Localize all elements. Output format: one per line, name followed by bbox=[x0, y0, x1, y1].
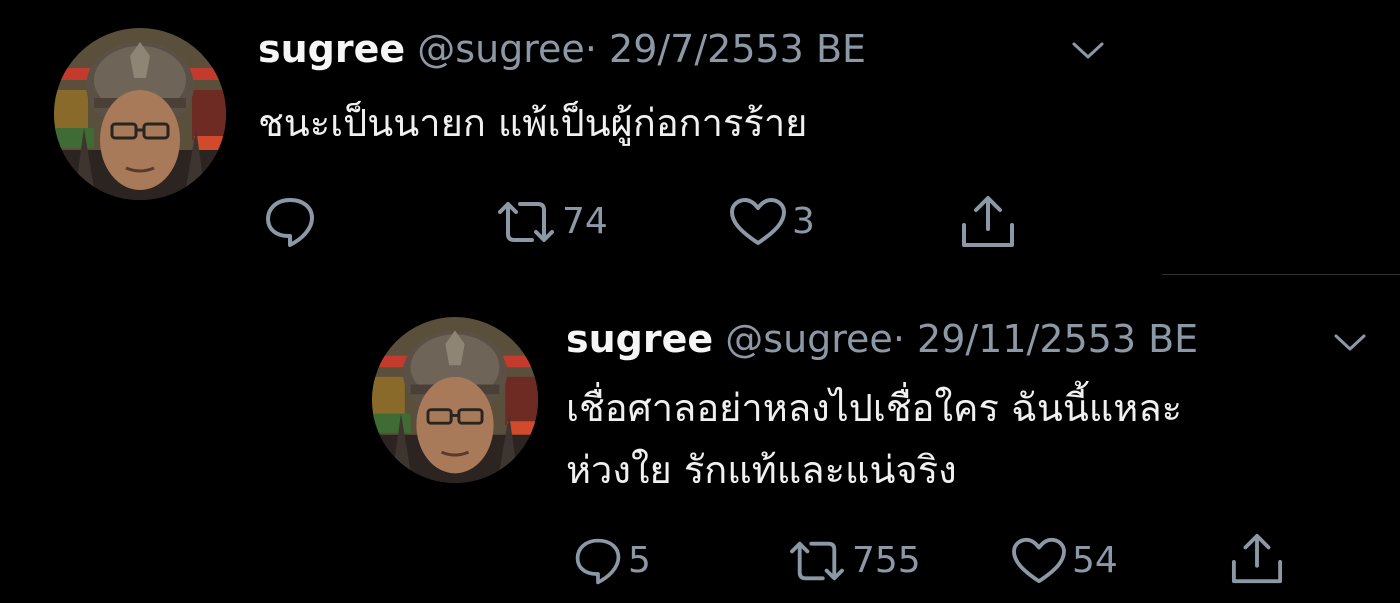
handle[interactable]: @sugree bbox=[417, 27, 585, 71]
share-button[interactable] bbox=[1228, 533, 1286, 585]
retweet-button[interactable]: 74 bbox=[494, 196, 608, 248]
retweet-icon bbox=[494, 196, 558, 248]
heart-icon bbox=[1010, 536, 1068, 586]
tweet-2[interactable]: sugree @sugree· 29/11/2553 BE เชื่อศาลอย… bbox=[0, 275, 1400, 603]
share-icon bbox=[1228, 533, 1286, 585]
tweet-text: เชื่อศาลอย่าหลงไปเชื่อใคร ฉันนี้แหละ ห่ว… bbox=[566, 377, 1182, 501]
reply-count: 5 bbox=[628, 540, 651, 581]
reply-icon bbox=[572, 536, 624, 586]
handle[interactable]: @sugree bbox=[725, 317, 893, 361]
separator: · bbox=[584, 27, 597, 71]
tweet-text-line: ชนะเป็นนายก แพ้เป็นผู้ก่อการร้าย bbox=[258, 101, 808, 145]
tweet-header: sugree @sugree· 29/11/2553 BE bbox=[566, 316, 1198, 362]
timestamp[interactable]: 29/7/2553 BE bbox=[609, 27, 866, 71]
heart-icon bbox=[728, 196, 788, 248]
reply-button[interactable]: 5 bbox=[572, 535, 651, 587]
retweet-count: 74 bbox=[562, 201, 608, 242]
like-button[interactable]: 54 bbox=[1010, 535, 1118, 587]
like-count: 54 bbox=[1072, 540, 1118, 581]
retweet-button[interactable]: 755 bbox=[786, 535, 921, 587]
reply-icon bbox=[262, 196, 318, 248]
chevron-down-icon[interactable] bbox=[1070, 38, 1106, 62]
tweet-text-line: เชื่อศาลอย่าหลงไปเชื่อใคร ฉันนี้แหละ bbox=[566, 386, 1183, 430]
tweet-text-line: ห่วงใย รักแท้และแน่จริง bbox=[566, 448, 957, 492]
timestamp[interactable]: 29/11/2553 BE bbox=[917, 317, 1198, 361]
retweet-count: 755 bbox=[852, 540, 921, 581]
retweet-icon bbox=[786, 536, 848, 586]
avatar[interactable] bbox=[54, 28, 226, 200]
like-count: 3 bbox=[792, 201, 815, 242]
chevron-down-icon[interactable] bbox=[1332, 330, 1368, 354]
reply-button[interactable] bbox=[262, 196, 322, 248]
share-icon bbox=[958, 195, 1018, 249]
display-name[interactable]: sugree bbox=[258, 27, 405, 71]
display-name[interactable]: sugree bbox=[566, 317, 713, 361]
share-button[interactable] bbox=[958, 196, 1018, 248]
separator: · bbox=[892, 317, 905, 361]
like-button[interactable]: 3 bbox=[728, 196, 815, 248]
tweet-text: ชนะเป็นนายก แพ้เป็นผู้ก่อการร้าย bbox=[258, 92, 807, 154]
tweet-header: sugree @sugree· 29/7/2553 BE bbox=[258, 26, 866, 72]
tweet-1[interactable]: sugree @sugree· 29/7/2553 BE ชนะเป็นนายก… bbox=[0, 0, 1400, 274]
avatar[interactable] bbox=[372, 317, 538, 483]
